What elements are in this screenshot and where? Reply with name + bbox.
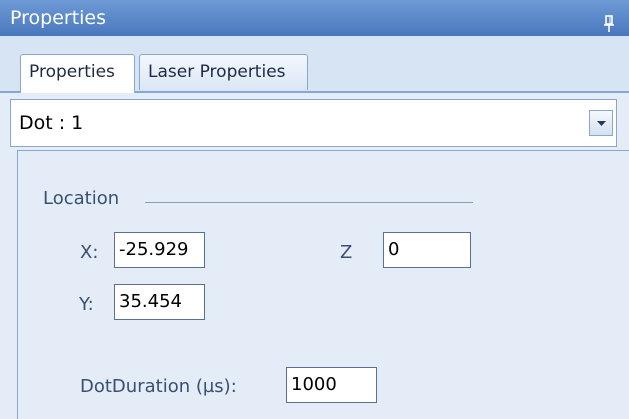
tab-strip: Properties Laser Properties	[0, 36, 629, 93]
y-input[interactable]: 35.454	[114, 284, 205, 320]
properties-panel: Properties Properties Laser Properties D…	[0, 0, 629, 419]
object-selector-value: Dot : 1	[19, 112, 84, 134]
tab-laser-properties[interactable]: Laser Properties	[139, 54, 308, 90]
z-input[interactable]: 0	[383, 232, 471, 268]
panel-title-bar: Properties	[0, 0, 629, 36]
z-label: Z	[340, 242, 353, 263]
dot-duration-input[interactable]: 1000	[286, 367, 377, 403]
pin-icon[interactable]	[603, 9, 615, 32]
x-input[interactable]: -25.929	[114, 232, 205, 268]
x-label: X:	[80, 242, 99, 263]
dot-duration-label: DotDuration (µs):	[80, 376, 237, 397]
dropdown-button[interactable]	[589, 110, 613, 136]
object-selector-dropdown[interactable]: Dot : 1	[10, 99, 617, 147]
panel-title: Properties	[10, 7, 107, 29]
location-group-divider	[145, 202, 473, 203]
chevron-down-icon	[597, 121, 606, 126]
location-group-label: Location	[43, 188, 120, 209]
tab-properties[interactable]: Properties	[20, 54, 135, 93]
y-label: Y:	[79, 294, 94, 315]
